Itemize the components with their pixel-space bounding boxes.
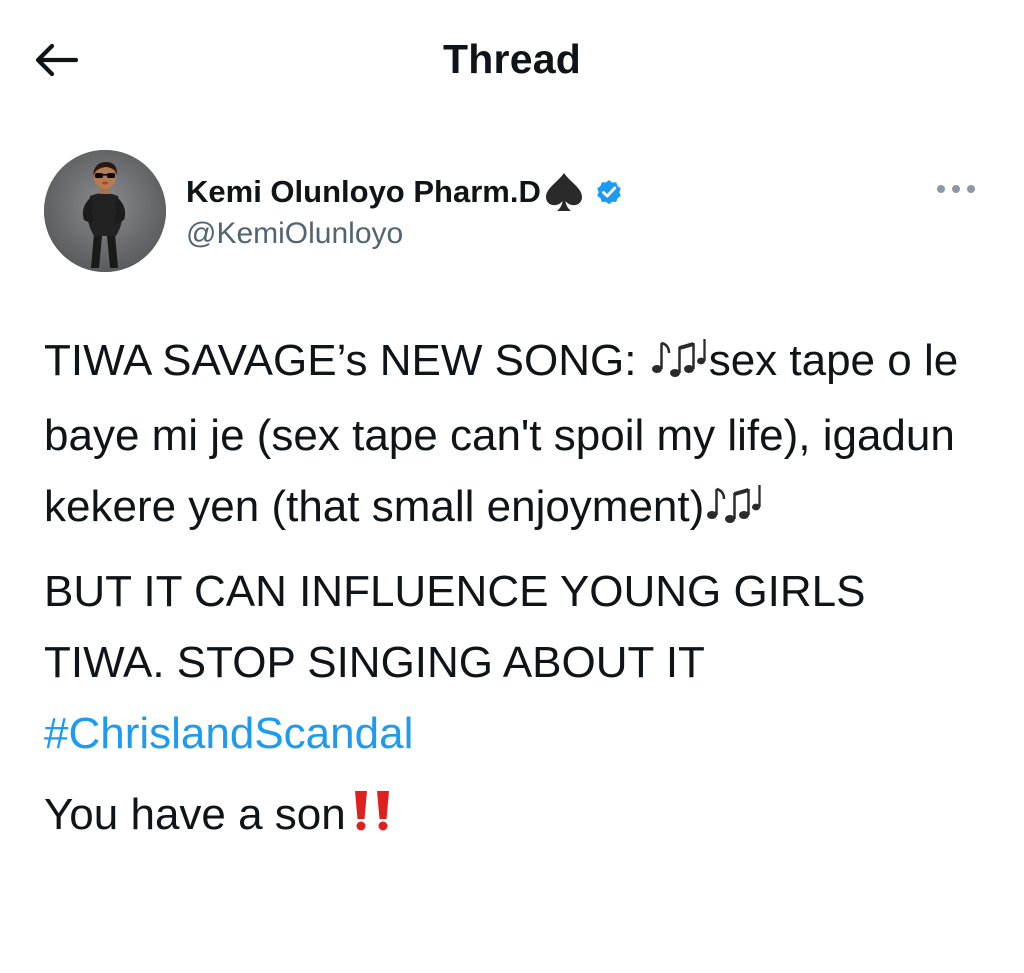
verified-badge-icon — [594, 177, 624, 207]
tweet-paragraph: You have a son — [44, 779, 984, 854]
author-handle[interactable]: @KemiOlunloyo — [186, 217, 403, 251]
hashtag-link[interactable]: #ChrislandScandal — [44, 709, 413, 758]
tweet-author: Kemi Olunloyo Pharm.D @KemiOlunloyo — [44, 150, 984, 274]
avatar-illustration — [44, 150, 166, 272]
more-options-button[interactable] — [932, 174, 980, 204]
double-exclamation-icon — [350, 783, 394, 854]
musical-notes-icon — [649, 329, 709, 400]
tweet-text: TIWA SAVAGE’s NEW SONG: sex tape o le ba… — [44, 325, 984, 854]
musical-notes-icon — [704, 475, 764, 546]
tweet-paragraph: TIWA SAVAGE’s NEW SONG: sex tape o le ba… — [44, 325, 984, 546]
spade-suit-icon — [542, 170, 586, 214]
author-name-row[interactable]: Kemi Olunloyo Pharm.D — [186, 170, 624, 214]
page-title: Thread — [443, 36, 581, 82]
avatar[interactable] — [44, 150, 166, 272]
more-options-icon — [937, 185, 975, 193]
tweet-paragraph: BUT IT CAN INFLUENCE YOUNG GIRLS TIWA. S… — [44, 567, 866, 758]
thread-header: Thread — [0, 0, 1024, 120]
author-display-name[interactable]: Kemi Olunloyo Pharm.D — [186, 174, 541, 210]
